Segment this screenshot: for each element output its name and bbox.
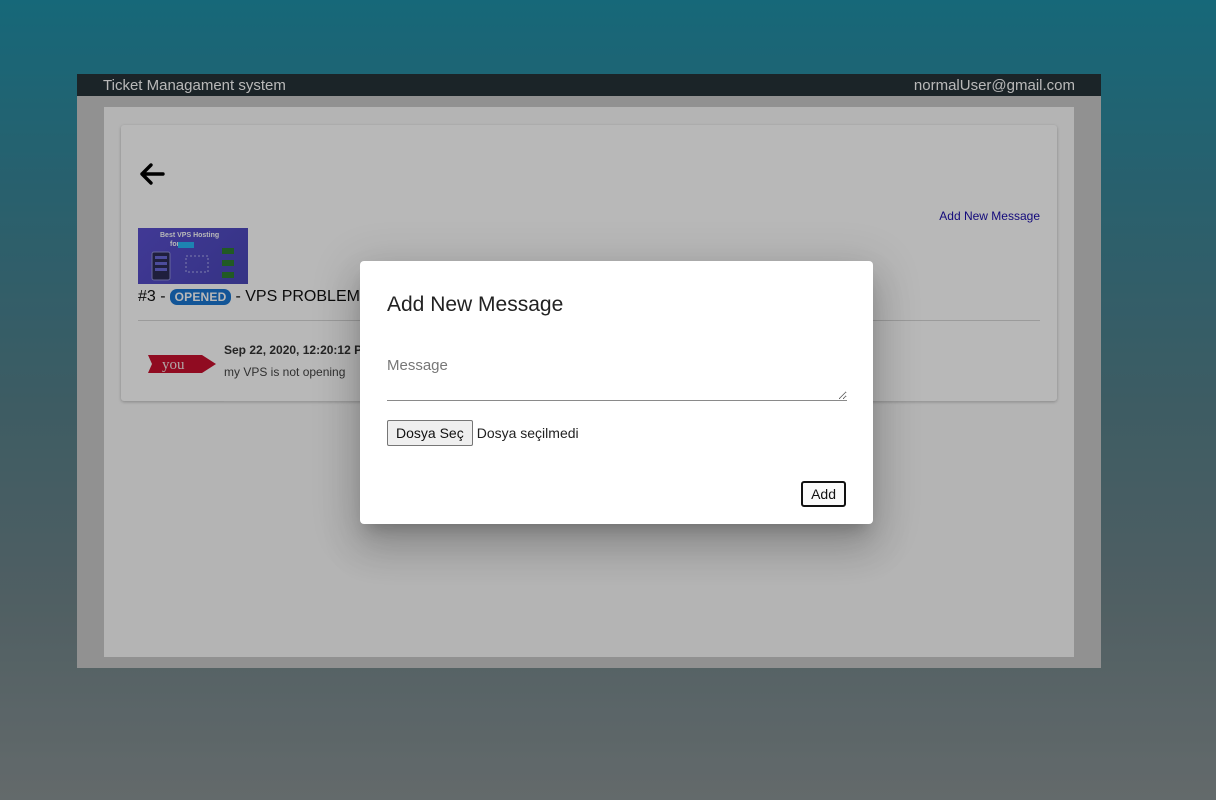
file-status-text: Dosya seçilmedi <box>476 425 579 441</box>
add-button[interactable]: Add <box>801 481 846 507</box>
dialog-title: Add New Message <box>387 293 564 316</box>
choose-file-button[interactable]: Dosya Seç <box>387 420 473 446</box>
add-message-dialog: Add New Message Dosya Seç Dosya seçilmed… <box>360 261 873 524</box>
file-input: Dosya Seç Dosya seçilmedi <box>387 420 579 446</box>
message-input[interactable] <box>387 357 847 400</box>
message-field <box>387 357 847 401</box>
